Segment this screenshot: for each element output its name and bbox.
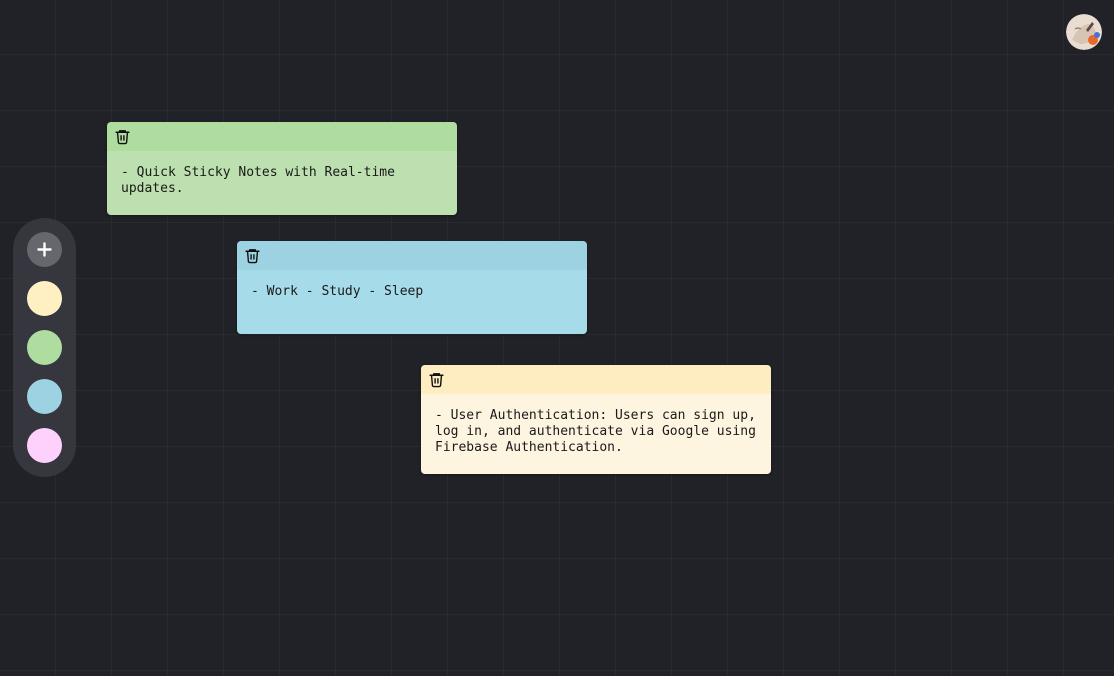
avatar-image xyxy=(1066,14,1102,50)
color-swatch-green[interactable] xyxy=(27,330,62,365)
sticky-note[interactable]: - Work - Study - Sleep xyxy=(237,241,587,334)
trash-icon[interactable] xyxy=(428,371,445,388)
color-sidebar xyxy=(13,218,76,477)
note-drag-header[interactable] xyxy=(237,241,587,270)
note-text[interactable]: - User Authentication: Users can sign up… xyxy=(421,394,771,474)
sticky-note[interactable]: - Quick Sticky Notes with Real-time upda… xyxy=(107,122,457,215)
add-note-button[interactable] xyxy=(27,232,62,267)
note-drag-header[interactable] xyxy=(421,365,771,394)
color-swatch-blue[interactable] xyxy=(27,379,62,414)
sticky-note[interactable]: - User Authentication: Users can sign up… xyxy=(421,365,771,474)
note-drag-header[interactable] xyxy=(107,122,457,151)
color-swatch-pink[interactable] xyxy=(27,428,62,463)
plus-icon xyxy=(37,242,52,257)
trash-icon[interactable] xyxy=(244,247,261,264)
note-text[interactable]: - Work - Study - Sleep xyxy=(237,270,587,334)
note-text[interactable]: - Quick Sticky Notes with Real-time upda… xyxy=(107,151,457,215)
user-avatar[interactable] xyxy=(1066,14,1102,50)
trash-icon[interactable] xyxy=(114,128,131,145)
color-swatch-yellow[interactable] xyxy=(27,281,62,316)
